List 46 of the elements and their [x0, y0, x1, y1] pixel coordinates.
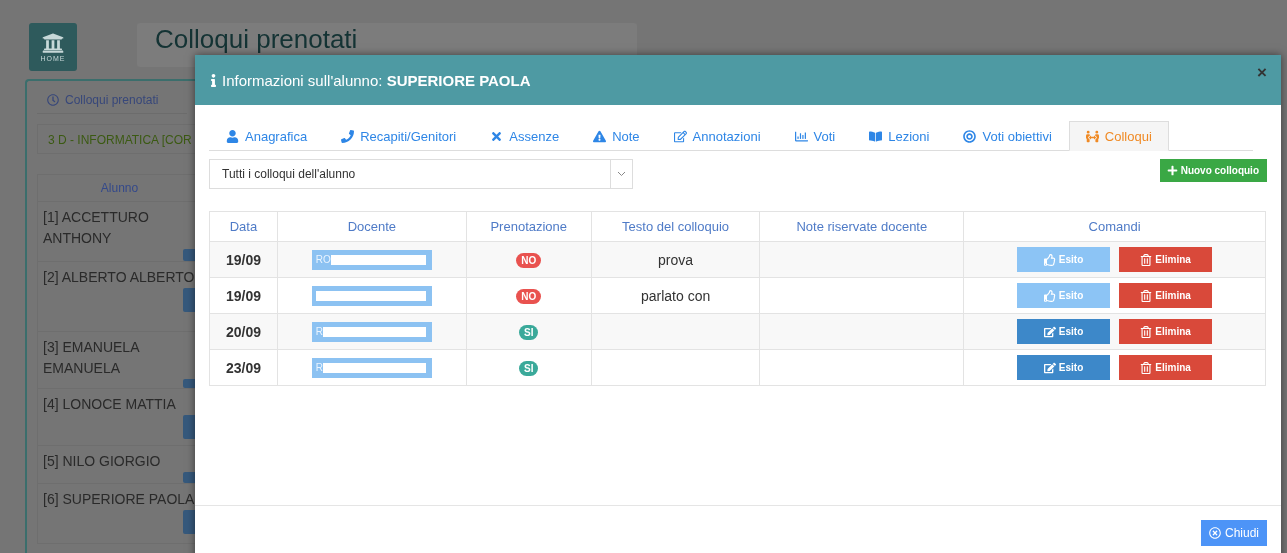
column-header: Note riservate docente [759, 211, 964, 242]
delete-button[interactable]: Elimina [1119, 355, 1213, 380]
column-header: Testo del colloquio [591, 211, 760, 242]
tab[interactable]: Anagrafica [209, 121, 325, 151]
table-cell: parlato con [591, 277, 760, 314]
table-cell: 20/09 [209, 313, 278, 350]
status-badge: NO [516, 253, 542, 268]
tab[interactable]: Voti [777, 121, 853, 151]
dialog-title: Informazioni sull'alunno: SUPERIORE PAOLA [207, 71, 531, 89]
outcome-button[interactable]: Esito [1017, 355, 1111, 380]
tab[interactable]: Lezioni [852, 121, 947, 151]
tab[interactable]: Assenze [473, 121, 577, 151]
student-name: [3] EMANUELA EMANUELA [43, 338, 141, 378]
filter-select[interactable]: Tutti i colloqui dell'alunno [209, 159, 633, 189]
tab[interactable]: Note [576, 121, 657, 151]
delete-button[interactable]: Elimina [1119, 247, 1213, 272]
status-badge: SI [519, 361, 539, 376]
delete-button[interactable]: Elimina [1119, 283, 1213, 308]
redacted-name: RO [311, 249, 432, 270]
outcome-button[interactable]: Esito [1017, 319, 1111, 344]
new-button[interactable]: Nuovo colloquio [1159, 159, 1267, 182]
student-name: [4] LONOCE MATTIA [43, 395, 177, 414]
table-cell: 23/09 [209, 349, 278, 386]
column-header: Prenotazione [466, 211, 592, 242]
redacted-name: R [311, 321, 432, 342]
student-name: [2] ALBERTO ALBERTO [43, 268, 196, 287]
tab[interactable]: Recapiti/Genitori [324, 121, 474, 151]
status-badge: SI [519, 325, 539, 340]
tab[interactable]: Annotazioni [656, 121, 778, 151]
table-cell: prova [591, 241, 760, 278]
table-cell: 19/09 [209, 277, 278, 314]
column-header: Comandi [963, 211, 1266, 242]
tab[interactable]: Voti obiettivi [946, 121, 1069, 151]
student-name: [5] NILO GIORGIO [43, 452, 162, 471]
redacted-name: R [311, 357, 432, 378]
delete-button[interactable]: Elimina [1119, 319, 1213, 344]
table-cell: 19/09 [209, 241, 278, 278]
status-badge: NO [516, 289, 542, 304]
column-header: Docente [277, 211, 467, 242]
close-button[interactable]: × [1257, 63, 1267, 83]
close-button[interactable]: Chiudi [1200, 520, 1267, 546]
student-name: [6] SUPERIORE PAOLA [43, 490, 196, 509]
student-name: [1] ACCETTURO ANTHONY [43, 208, 150, 248]
tab[interactable]: Colloqui [1068, 121, 1169, 151]
column-header: Data [209, 211, 278, 242]
tab[interactable]: Colloqui prenotati [37, 87, 187, 114]
